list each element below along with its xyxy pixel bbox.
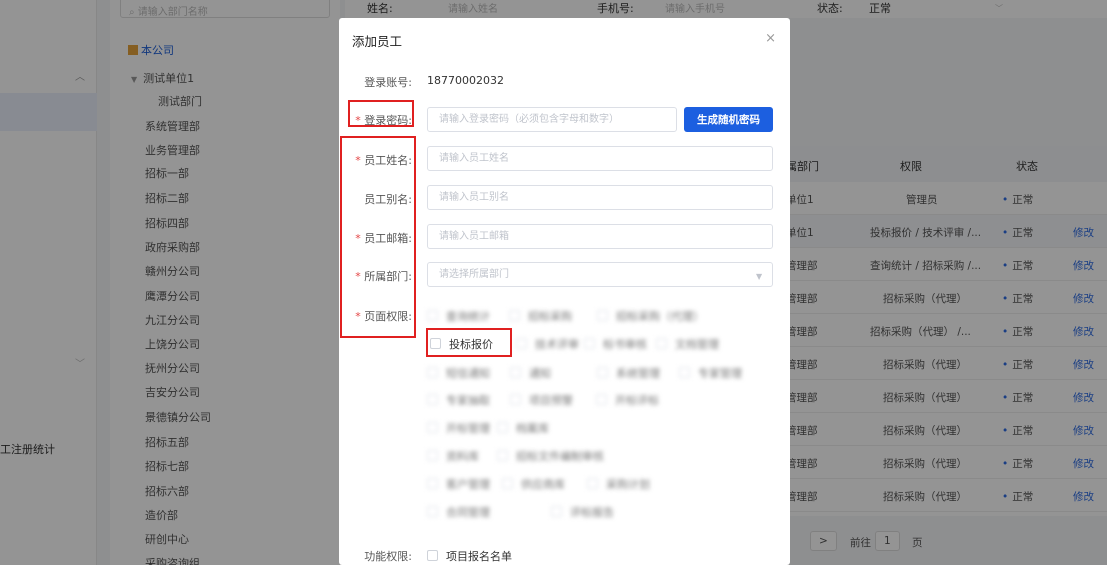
perm-checkbox[interactable]: 查询统计	[427, 308, 490, 324]
checkbox-icon	[584, 338, 595, 349]
perm-checkbox-bid-quote[interactable]: 投标报价	[430, 336, 493, 352]
checkbox-icon[interactable]	[427, 550, 438, 561]
func-perm-checkbox[interactable]: 项目报名名单	[427, 548, 512, 564]
password-input[interactable]	[427, 107, 677, 132]
generate-password-button[interactable]: 生成随机密码	[684, 107, 773, 132]
perm-checkbox[interactable]: 合同管理	[427, 504, 490, 520]
employee-name-input[interactable]	[427, 146, 773, 171]
close-icon[interactable]: ×	[765, 31, 776, 46]
checkbox-icon	[596, 394, 607, 405]
perm-checkbox[interactable]: 档案库	[497, 420, 549, 436]
perm-checkbox[interactable]: 标书审核	[584, 336, 647, 352]
perm-checkbox[interactable]: 客户管理	[427, 476, 490, 492]
checkbox-icon	[427, 367, 438, 378]
account-value: 18770002032	[427, 74, 504, 87]
checkbox-icon	[427, 506, 438, 517]
employee-alias-label: 员工别名:	[364, 193, 412, 206]
employee-email-input[interactable]	[427, 224, 773, 249]
perm-checkbox[interactable]: 资料库	[427, 448, 479, 464]
perm-bid-quote-label: 投标报价	[449, 338, 493, 351]
employee-name-label: 员工姓名:	[339, 152, 412, 168]
checkbox-icon	[427, 310, 438, 321]
perm-checkbox[interactable]: 评标报告	[551, 504, 614, 520]
perm-checkbox[interactable]: 短信通知	[427, 365, 490, 381]
checkbox-icon	[510, 394, 521, 405]
checkbox-icon	[587, 478, 598, 489]
perm-checkbox[interactable]: 供应商库	[502, 476, 565, 492]
page-permission-label: 页面权限:	[339, 308, 412, 324]
perm-checkbox[interactable]: 招标采购	[509, 308, 572, 324]
department-label: 所属部门:	[339, 268, 412, 284]
checkbox-icon	[427, 450, 438, 461]
perm-checkbox[interactable]: 项目预警	[510, 392, 573, 408]
add-employee-dialog: 添加员工 × 登录账号: 18770002032 登录密码: 生成随机密码 员工…	[339, 18, 790, 565]
checkbox-icon	[427, 394, 438, 405]
checkbox-icon[interactable]	[430, 338, 441, 349]
checkbox-icon	[509, 310, 520, 321]
department-select[interactable]	[427, 262, 773, 287]
perm-checkbox[interactable]: 招标文件编制审核	[497, 448, 604, 464]
checkbox-icon	[497, 450, 508, 461]
perm-checkbox[interactable]: 系统管理	[597, 365, 660, 381]
func-perm-label: 项目报名名单	[446, 550, 512, 563]
checkbox-icon	[510, 367, 521, 378]
employee-alias-input[interactable]	[427, 185, 773, 210]
perm-checkbox[interactable]: 通知	[510, 365, 551, 381]
checkbox-icon	[551, 506, 562, 517]
employee-email-label: 员工邮箱:	[339, 230, 412, 246]
checkbox-icon	[427, 478, 438, 489]
perm-checkbox[interactable]: 开标管理	[427, 420, 490, 436]
perm-checkbox[interactable]: 专家抽取	[427, 392, 490, 408]
chevron-down-icon[interactable]: ▼	[756, 272, 762, 281]
checkbox-icon	[679, 367, 690, 378]
checkbox-icon	[502, 478, 513, 489]
checkbox-icon	[427, 422, 438, 433]
perm-checkbox[interactable]: 技术评审	[516, 336, 579, 352]
password-label: 登录密码:	[339, 112, 412, 128]
perm-checkbox[interactable]: 文档管理	[656, 336, 719, 352]
account-label: 登录账号:	[364, 76, 412, 89]
function-permission-label: 功能权限:	[364, 550, 412, 563]
checkbox-icon	[656, 338, 667, 349]
perm-checkbox[interactable]: 招标采购（代理）	[597, 308, 704, 324]
perm-checkbox[interactable]: 开标评标	[596, 392, 659, 408]
perm-checkbox[interactable]: 采购计划	[587, 476, 650, 492]
dialog-title: 添加员工	[352, 34, 403, 49]
perm-checkbox[interactable]: 专家管理	[679, 365, 742, 381]
checkbox-icon	[597, 310, 608, 321]
checkbox-icon	[497, 422, 508, 433]
checkbox-icon	[516, 338, 527, 349]
checkbox-icon	[597, 367, 608, 378]
